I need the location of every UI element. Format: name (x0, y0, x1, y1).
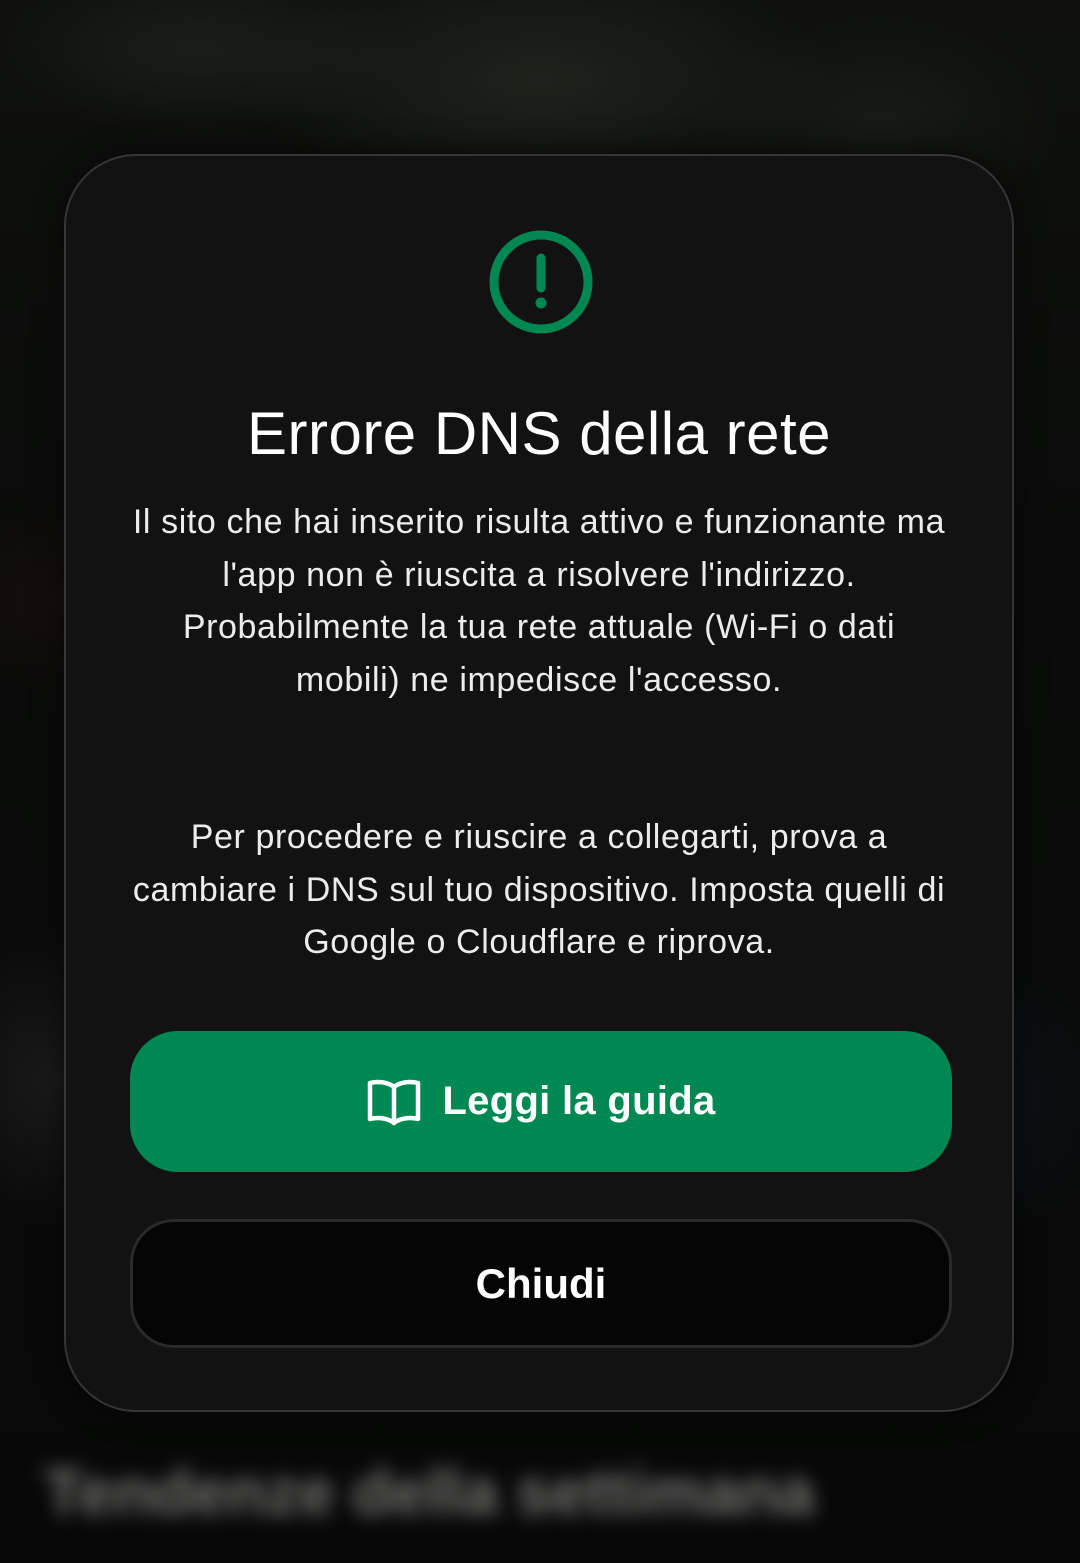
dialog-title: Errore DNS della rete (246, 400, 832, 467)
close-button[interactable]: Chiudi (130, 1219, 952, 1348)
book-open-icon (368, 1079, 421, 1125)
alert-circle-icon (489, 230, 593, 334)
dialog-message-paragraph-1: Il sito che hai inserito risulta attivo … (132, 503, 946, 699)
dialog-message-paragraph-2: Per procedere e riuscire a collegarti, p… (132, 818, 946, 961)
read-guide-button-label: Leggi la guida (442, 1079, 716, 1123)
read-guide-button[interactable]: Leggi la guida (130, 1031, 952, 1172)
dns-error-dialog: Errore DNS della rete Il sito che hai in… (64, 154, 1014, 1412)
close-button-label: Chiudi (475, 1259, 607, 1307)
